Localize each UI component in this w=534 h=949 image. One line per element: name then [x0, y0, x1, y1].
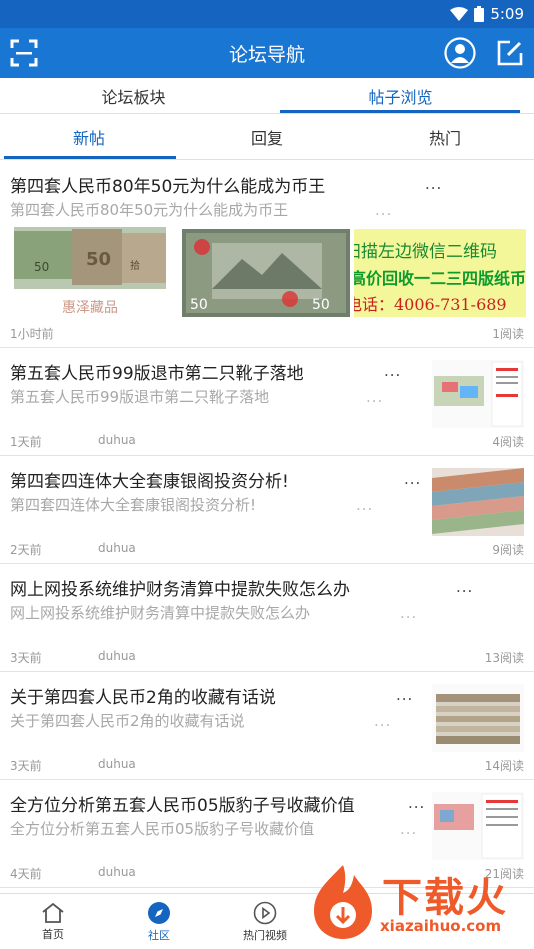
status-bar: 5:09: [0, 0, 534, 28]
promo-line-3: 电话：4006-731-689: [354, 295, 507, 314]
svg-text:拾: 拾: [130, 259, 140, 272]
wifi-icon: [450, 7, 469, 21]
scan-icon[interactable]: [10, 39, 38, 67]
user-icon[interactable]: [444, 37, 476, 69]
post-time: 1天前: [10, 435, 42, 449]
summary-more-dots: ...: [374, 712, 392, 730]
top-tab-indicator: [280, 110, 520, 113]
post-time: 3天前: [10, 651, 42, 665]
flame-logo-icon: [314, 865, 372, 939]
edit-icon[interactable]: [496, 39, 524, 67]
battery-icon: [474, 6, 485, 22]
status-time: 5:09: [490, 5, 524, 23]
post-reads: 9阅读: [492, 543, 524, 557]
summary-more-dots: ...: [375, 201, 393, 219]
post-thumbnail: [432, 360, 524, 428]
tab-forum-sections[interactable]: 论坛板块: [0, 78, 267, 113]
svg-text:50: 50: [86, 249, 111, 270]
svg-text:50: 50: [190, 297, 208, 313]
post-reads: 14阅读: [484, 759, 524, 773]
post-title: 全方位分析第五套人民币05版豹子号收藏价值: [10, 796, 355, 816]
post-summary: 全方位分析第五套人民币05版豹子号收藏价值: [10, 820, 315, 838]
svg-text:50: 50: [312, 297, 330, 313]
nav-hot-videos[interactable]: 热门视频: [212, 894, 318, 949]
sub-tab-indicator: [4, 156, 176, 159]
nav-home-label: 首页: [42, 927, 64, 941]
post-title: 关于第四套人民币2角的收藏有话说: [10, 688, 276, 708]
post-time: 1小时前: [10, 327, 54, 341]
promo-line-1: 扫描左边微信二维码: [354, 242, 497, 262]
post-thumbnail: [432, 468, 524, 536]
more-dots: ...: [404, 470, 422, 488]
watermark-url: xiazaihuo.com: [380, 917, 502, 935]
post-thumbnail: [432, 792, 524, 860]
post-time: 2天前: [10, 543, 42, 557]
watermark-logo: 下载火 xiazaihuo.com: [308, 863, 528, 941]
post-reads: 4阅读: [492, 435, 524, 449]
summary-more-dots: ...: [400, 820, 418, 838]
more-dots: ...: [384, 362, 402, 380]
tab-hot[interactable]: 热门: [356, 114, 534, 159]
watermark-text: 下载火: [382, 875, 508, 921]
post-summary: 第四套人民币80年50元为什么能成为币王: [10, 201, 289, 219]
post-author: duhua: [98, 757, 136, 771]
post-time: 3天前: [10, 759, 42, 773]
tab-post-browse[interactable]: 帖子浏览: [267, 78, 534, 113]
home-icon: [42, 902, 64, 923]
post-title: 网上网投系统维护财务清算中提款失败怎么办: [10, 580, 350, 600]
page-title: 论坛导航: [228, 43, 305, 66]
post-title: 第四套四连体大全套康银阁投资分析!: [10, 472, 289, 492]
nav-community[interactable]: 社区: [106, 894, 212, 949]
compass-icon: [148, 901, 170, 924]
top-tabs: 论坛板块 帖子浏览: [0, 78, 534, 114]
nav-home[interactable]: 首页: [0, 894, 106, 949]
promo-line-2: 高价回收一二三四版纸币: [354, 269, 526, 288]
brand-seal-text: 惠泽藏品: [62, 300, 118, 316]
post-title: 第五套人民币99版退市第二只靴子落地: [10, 364, 304, 384]
post-summary: 第四套四连体大全套康银阁投资分析!: [10, 496, 257, 514]
more-dots: ...: [408, 794, 426, 812]
more-dots: ...: [396, 686, 414, 704]
post-author: duhua: [98, 433, 136, 447]
summary-more-dots: ...: [366, 388, 384, 406]
sub-tabs: 新帖 回复 热门: [0, 114, 534, 160]
promo-banner: 扫描左边微信二维码 高价回收一二三四版纸币 电话：4006-731-689: [354, 229, 526, 317]
post-summary: 网上网投系统维护财务清算中提款失败怎么办: [10, 604, 311, 622]
nav-hot-videos-label: 热门视频: [243, 928, 287, 942]
post-reads: 1阅读: [492, 327, 524, 341]
post-author: duhua: [98, 541, 136, 555]
post-thumbnail: [432, 684, 524, 752]
play-icon: [253, 901, 277, 924]
post-time: 4天前: [10, 867, 42, 881]
banknote-image-middle: 50 50: [182, 229, 350, 317]
more-dots: ...: [456, 578, 474, 596]
svg-text:50: 50: [34, 260, 49, 274]
more-dots: ...: [425, 175, 443, 193]
post-item[interactable]: 网上网投系统维护财务清算中提款失败怎么办 ... 网上网投系统维护财务清算中提款…: [0, 564, 534, 672]
tab-replies[interactable]: 回复: [178, 114, 356, 159]
post-author: duhua: [98, 865, 136, 879]
post-item[interactable]: 关于第四套人民币2角的收藏有话说 ... 关于第四套人民币2角的收藏有话说 ..…: [0, 672, 534, 780]
summary-more-dots: ...: [400, 604, 418, 622]
post-reads: 13阅读: [484, 651, 524, 665]
post-summary: 第五套人民币99版退市第二只靴子落地: [10, 388, 270, 406]
nav-community-label: 社区: [148, 928, 170, 942]
app-bar: 论坛导航: [0, 28, 534, 78]
post-summary: 关于第四套人民币2角的收藏有话说: [10, 712, 245, 730]
post-item[interactable]: 第四套人民币80年50元为什么能成为币王 ... 第四套人民币80年50元为什么…: [0, 161, 534, 348]
post-item[interactable]: 第四套四连体大全套康银阁投资分析! ... 第四套四连体大全套康银阁投资分析! …: [0, 456, 534, 564]
tab-new-posts[interactable]: 新帖: [0, 114, 178, 159]
post-item[interactable]: 第五套人民币99版退市第二只靴子落地 ... 第五套人民币99版退市第二只靴子落…: [0, 348, 534, 456]
post-title: 第四套人民币80年50元为什么能成为币王: [10, 177, 326, 197]
post-author: duhua: [98, 649, 136, 663]
summary-more-dots: ...: [356, 496, 374, 514]
